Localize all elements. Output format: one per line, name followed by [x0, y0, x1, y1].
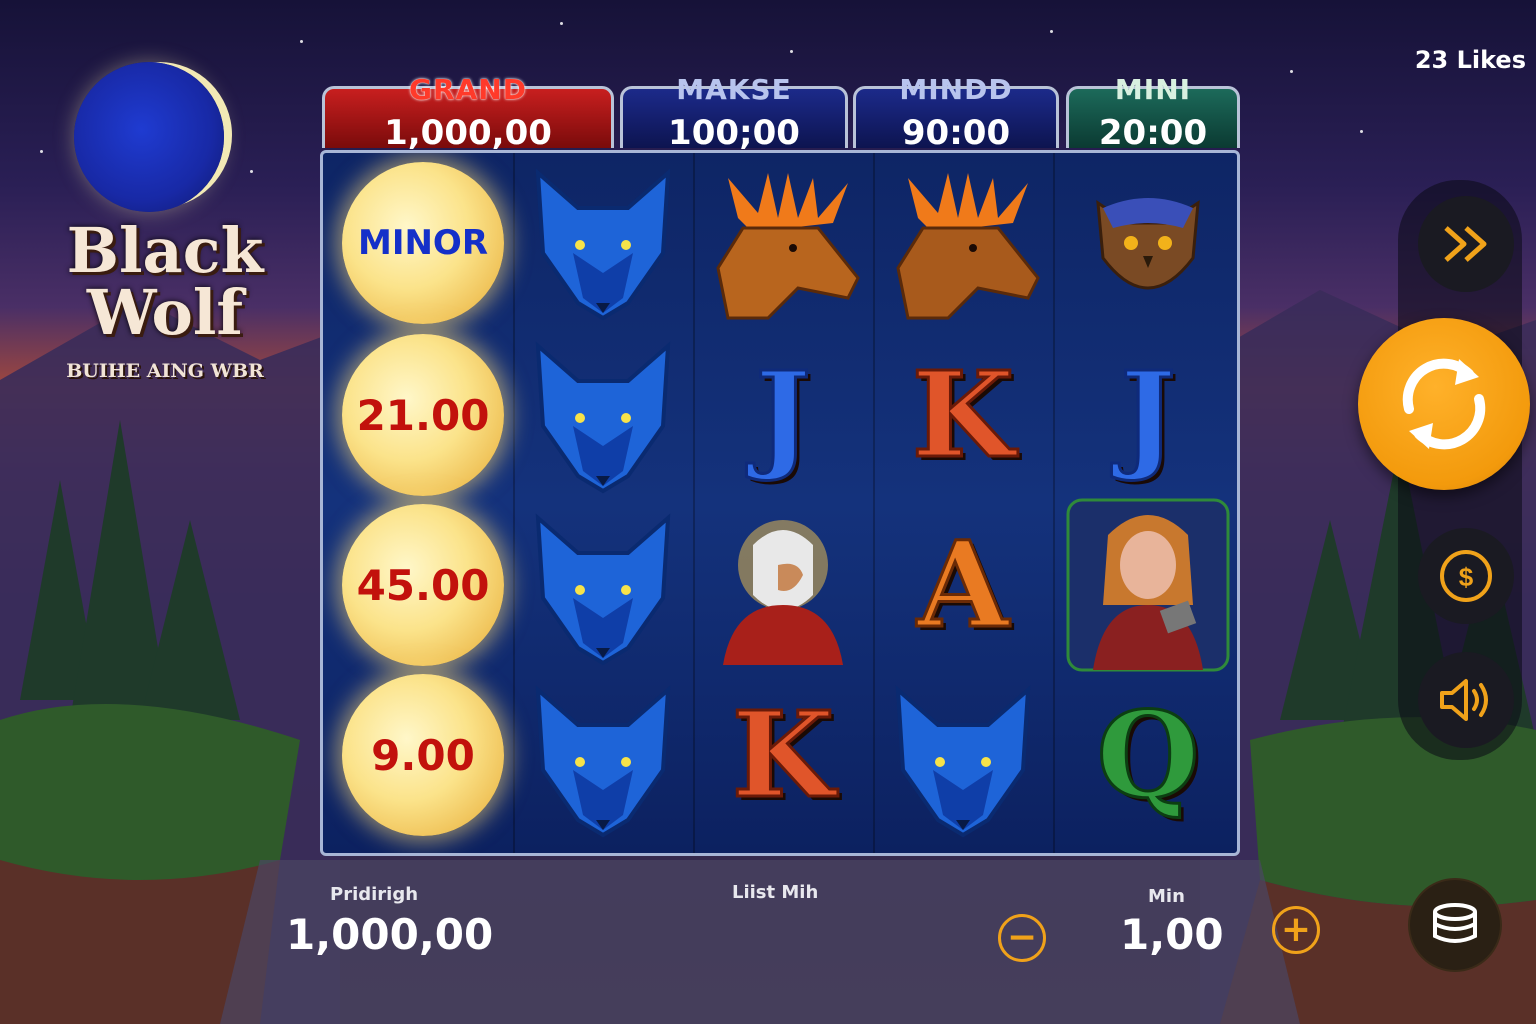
jackpot-label: MINI	[1114, 73, 1192, 106]
coin-stack-icon	[1433, 903, 1477, 943]
jackpot-minor: MINDD 90:00	[853, 73, 1059, 153]
star	[250, 170, 253, 173]
orb-value: 45.00	[356, 560, 490, 610]
orb-value: 9.00	[371, 730, 475, 780]
reel-cell: MINOR	[333, 158, 513, 328]
bet-label: Min	[1148, 886, 1185, 907]
moose-icon	[888, 173, 1040, 320]
increase-bet-button[interactable]: +	[1272, 906, 1320, 954]
likes-counter: 23 Likes	[1414, 46, 1526, 74]
orb-value: 21.00	[356, 390, 490, 440]
old-man-symbol	[693, 500, 873, 670]
moose-icon	[708, 173, 860, 320]
logo-title-line2: Wolf	[86, 276, 244, 349]
fast-forward-icon	[1444, 226, 1487, 262]
moon-orb-symbol: 45.00	[342, 504, 504, 666]
turbo-button[interactable]	[1418, 196, 1514, 292]
reel-divider	[1053, 153, 1055, 853]
jackpot-value: 100;00	[668, 113, 800, 153]
jackpot-value: 90:00	[901, 113, 1011, 153]
letter-symbol: K	[730, 685, 836, 824]
moose-symbol	[873, 158, 1053, 328]
spin-button[interactable]	[1358, 318, 1530, 490]
minus-icon: −	[1006, 917, 1038, 958]
jackpot-label: GRAND	[409, 73, 527, 106]
star	[560, 22, 563, 25]
moon-orb-symbol: 21.00	[342, 334, 504, 496]
symbol-J: J	[1058, 330, 1237, 500]
star	[790, 50, 793, 53]
woman-icon	[1066, 498, 1230, 672]
moon-orb-symbol: 9.00	[342, 674, 504, 836]
owl-symbol	[1058, 158, 1237, 328]
reel-cell: 21.00	[333, 330, 513, 500]
reel-grid: MINOR 21.00 45.00 9.00 J K K A J Q	[320, 150, 1240, 856]
wolf-symbol	[873, 670, 1053, 840]
owl-icon	[1096, 198, 1200, 290]
wolf-icon	[895, 685, 1031, 838]
wolf-icon	[535, 685, 671, 838]
symbol-A: A	[873, 500, 1053, 670]
center-label: Liist Mih	[732, 882, 819, 903]
letter-symbol: J	[754, 345, 813, 484]
moose-symbol	[693, 158, 873, 328]
sound-button[interactable]	[1418, 652, 1514, 748]
wolf-icon	[535, 341, 671, 494]
bet-value: 1,00	[1120, 910, 1224, 959]
spin-arrows-icon	[1402, 358, 1486, 450]
letter-symbol: J	[1119, 345, 1178, 484]
jackpot-mini: MINI 20:00	[1066, 73, 1240, 153]
wolf-symbol	[513, 153, 693, 323]
symbol-K: K	[873, 330, 1053, 500]
balance-label: Pridirigh	[330, 884, 419, 905]
jackpot-label: MAKSE	[676, 73, 792, 106]
orb-value: MINOR	[357, 223, 489, 263]
bet-coin-button[interactable]: $	[1418, 528, 1514, 624]
symbol-Q: Q	[1058, 670, 1237, 840]
star	[1290, 70, 1293, 73]
old-man-icon	[723, 520, 843, 665]
jackpot-value: 1,000,00	[384, 113, 552, 153]
reel-cell: 45.00	[333, 500, 513, 670]
letter-symbol: A	[916, 515, 1011, 654]
letter-symbol: K	[910, 345, 1016, 484]
wolf-symbol	[513, 326, 693, 496]
plus-icon: +	[1280, 909, 1312, 950]
jackpot-label: MINDD	[899, 73, 1013, 106]
moon-logo-icon	[74, 62, 224, 212]
star	[40, 150, 43, 153]
game-logo-title: Black Wolf	[40, 220, 290, 344]
wolf-icon	[535, 168, 671, 321]
star	[300, 40, 303, 43]
wolf-symbol	[513, 498, 693, 668]
speaker-icon	[1440, 679, 1488, 721]
symbol-K: K	[693, 670, 873, 840]
wolf-icon	[535, 513, 671, 666]
letter-symbol: Q	[1095, 685, 1201, 824]
jackpot-value: 20:00	[1098, 113, 1208, 153]
reel-cell: 9.00	[333, 670, 513, 840]
game-logo-subtitle: BUIHE AING WBR	[66, 360, 264, 382]
coin-stack-button[interactable]	[1410, 880, 1500, 970]
balance-value: 1,000,00	[286, 910, 494, 959]
woman-symbol	[1058, 498, 1237, 672]
dollar-coin-icon: $	[1440, 550, 1492, 602]
jackpot-major: MAKSE 100;00	[620, 73, 848, 153]
star	[1050, 30, 1053, 33]
symbol-J: J	[693, 330, 873, 500]
decrease-bet-button[interactable]: −	[998, 914, 1046, 962]
moon-orb-symbol: MINOR	[342, 162, 504, 324]
svg-text:$: $	[1459, 562, 1474, 592]
jackpot-grand: GRAND 1,000,00	[322, 73, 614, 153]
wolf-symbol	[513, 670, 693, 840]
logo-title-line1: Black	[66, 214, 264, 287]
star	[1360, 130, 1363, 133]
